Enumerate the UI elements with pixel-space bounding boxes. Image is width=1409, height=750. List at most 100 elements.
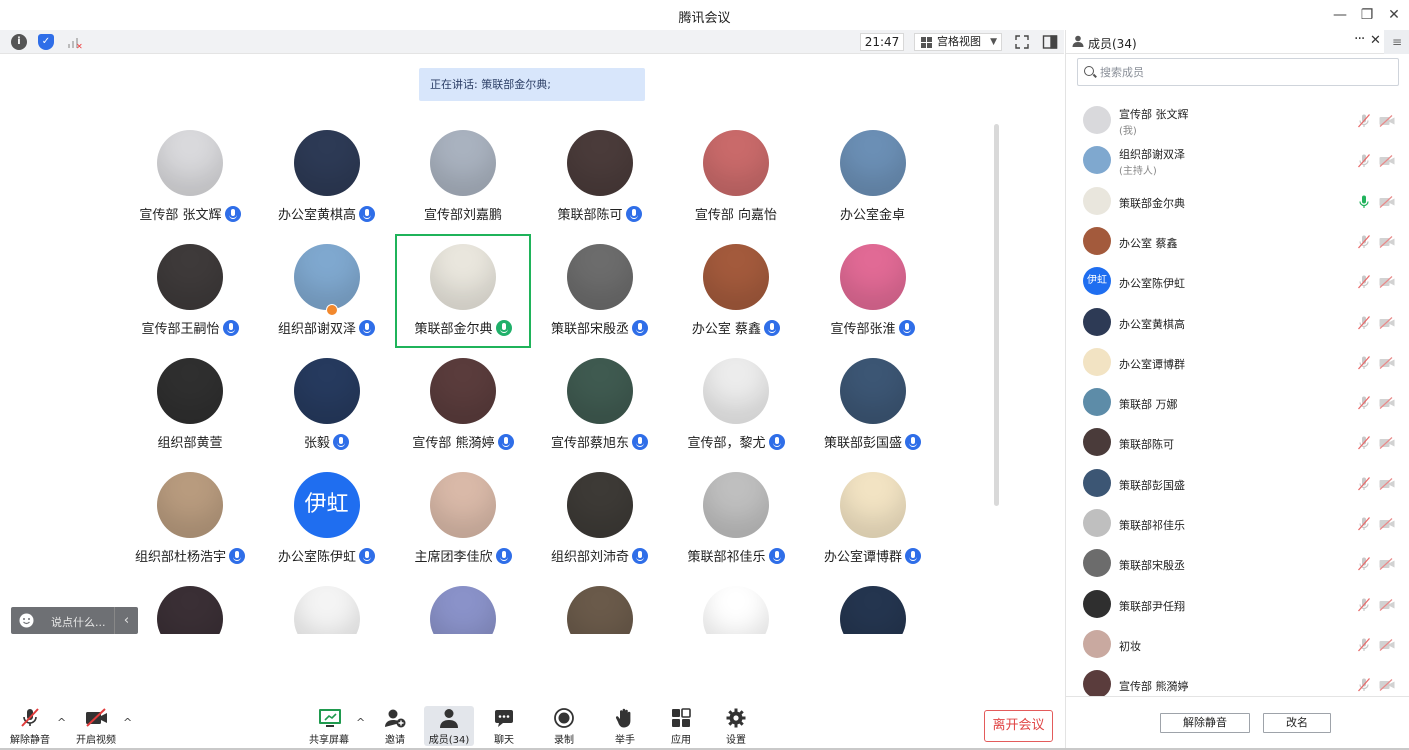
camera-off-icon[interactable] [1379,397,1395,410]
participant-tile[interactable]: 宣传部蔡旭东 [532,348,668,462]
chevron-up-icon[interactable]: ^ [123,716,132,729]
participant-tile[interactable]: 伊虹 办公室陈伊虹 [259,462,395,576]
participant-tile[interactable] [532,576,668,634]
participant-tile[interactable]: 组织部杜杨浩宇 [122,462,258,576]
fullscreen-icon[interactable] [1013,33,1031,51]
member-search-input[interactable] [1100,63,1390,81]
mic-off-icon[interactable] [1357,637,1371,652]
member-row[interactable]: 组织部谢双泽 (主持人) [1066,140,1409,180]
rename-button[interactable]: 改名 [1263,713,1331,733]
mic-off-icon[interactable] [1357,154,1371,168]
mic-off-icon[interactable] [1357,234,1371,249]
member-row[interactable]: 策联部尹任翔 [1066,584,1409,624]
participant-tile[interactable]: 组织部刘沛奇 [532,462,668,576]
participant-tile[interactable]: 张毅 [259,348,395,462]
settings-button[interactable]: 设置 [712,706,760,746]
menu-icon[interactable]: ≡ [1384,30,1409,54]
invite-button[interactable]: 邀请 [371,706,419,746]
mic-off-icon[interactable] [1357,355,1371,370]
chevron-left-icon[interactable]: ‹ [114,607,138,634]
mic-off-icon[interactable] [1357,678,1371,692]
mic-off-icon[interactable] [1357,476,1371,491]
participant-tile[interactable]: 策联部祁佳乐 [668,462,804,576]
unmute-button[interactable]: 解除静音 [6,706,54,746]
network-signal-icon[interactable]: ✕ [66,34,83,51]
mic-off-icon[interactable] [1357,597,1371,612]
participant-tile[interactable]: 办公室 蔡鑫 [668,234,804,348]
camera-off-icon[interactable] [1379,195,1395,208]
member-row[interactable]: 策联部宋殷丞 [1066,543,1409,583]
leave-meeting-button[interactable]: 离开会议 [984,710,1053,742]
participant-tile[interactable] [122,576,258,634]
raise-hand-button[interactable]: 举手 [601,706,649,746]
member-row[interactable]: 宣传部 张文辉 (我) [1066,100,1409,140]
camera-off-icon[interactable] [1379,558,1395,571]
camera-off-icon[interactable] [1379,115,1395,127]
participant-tile[interactable]: 策联部金尔典 [395,234,531,348]
mic-on-icon[interactable] [1357,195,1371,209]
camera-off-icon[interactable] [1379,276,1395,289]
participant-tile[interactable]: 宣传部，黎尤 [668,348,804,462]
grid-scrollbar[interactable] [994,124,999,506]
participant-tile[interactable] [395,576,531,634]
start-video-button[interactable]: 开启视频 [72,706,120,746]
mic-off-icon[interactable] [1357,517,1371,531]
participant-tile[interactable]: 策联部陈可 [532,120,668,234]
participant-tile[interactable]: 宣传部 张文辉 [122,120,258,234]
participant-tile[interactable]: 办公室谭博群 [805,462,941,576]
member-row[interactable]: 办公室黄棋高 [1066,302,1409,342]
shield-icon[interactable]: ✓ [38,34,54,50]
emoji-icon[interactable] [19,613,34,628]
more-options-icon[interactable]: ··· [1354,31,1365,47]
member-row[interactable]: 策联部彭国盛 [1066,463,1409,503]
participant-tile[interactable]: 宣传部张淮 [805,234,941,348]
participant-tile[interactable]: 策联部宋殷丞 [532,234,668,348]
member-row[interactable]: 办公室 蔡鑫 [1066,221,1409,261]
chevron-up-icon[interactable]: ^ [356,716,365,729]
mic-off-icon[interactable] [1357,315,1371,330]
camera-off-icon[interactable] [1379,437,1395,450]
record-button[interactable]: 录制 [540,706,588,746]
restore-button[interactable]: ❐ [1356,4,1378,26]
participant-tile[interactable]: 宣传部 熊漪婷 [395,348,531,462]
participant-tile[interactable]: 组织部谢双泽 [259,234,395,348]
info-icon[interactable]: i [11,34,27,50]
camera-off-icon[interactable] [1379,235,1395,248]
member-row[interactable]: 伊虹 办公室陈伊虹 [1066,261,1409,301]
mic-off-icon[interactable] [1357,114,1371,128]
participant-tile[interactable] [805,576,941,634]
participant-tile[interactable]: 宣传部刘嘉鹏 [395,120,531,234]
participant-tile[interactable]: 办公室黄棋高 [259,120,395,234]
participant-tile[interactable]: 策联部彭国盛 [805,348,941,462]
camera-off-icon[interactable] [1379,316,1395,329]
participant-tile[interactable]: 办公室金卓 [805,120,941,234]
share-screen-button[interactable]: 共享屏幕 [305,706,353,746]
camera-off-icon[interactable] [1379,518,1395,530]
member-row[interactable]: 初妆 [1066,624,1409,664]
member-row[interactable]: 办公室谭博群 [1066,342,1409,382]
camera-off-icon[interactable] [1379,477,1395,490]
mic-off-icon[interactable] [1357,396,1371,410]
sidebar-toggle-icon[interactable] [1041,33,1059,51]
camera-off-icon[interactable] [1379,679,1395,692]
member-row[interactable]: 策联部 万娜 [1066,382,1409,422]
chat-input-placeholder[interactable]: 说点什么... [51,614,106,630]
close-icon[interactable]: ✕ [1370,33,1381,48]
camera-off-icon[interactable] [1379,638,1395,651]
member-row[interactable]: 宣传部 熊漪婷 [1066,664,1409,696]
chevron-up-icon[interactable]: ^ [57,716,66,729]
mic-off-icon[interactable] [1357,557,1371,571]
mic-off-icon[interactable] [1357,436,1371,450]
quick-chat-bar[interactable]: 说点什么... ‹ [11,607,138,634]
participant-tile[interactable]: 组织部黄萱 [122,348,258,462]
close-window-button[interactable]: ✕ [1383,4,1405,26]
mic-off-icon[interactable] [1357,275,1371,289]
minimize-button[interactable]: — [1329,4,1351,26]
camera-off-icon[interactable] [1379,356,1395,369]
participant-tile[interactable]: 宣传部 向嘉怡 [668,120,804,234]
members-button[interactable]: 成员(34) [424,706,474,746]
member-row[interactable]: 策联部陈可 [1066,422,1409,462]
apps-button[interactable]: 应用 [657,706,705,746]
participant-tile[interactable] [259,576,395,634]
camera-off-icon[interactable] [1379,155,1395,168]
